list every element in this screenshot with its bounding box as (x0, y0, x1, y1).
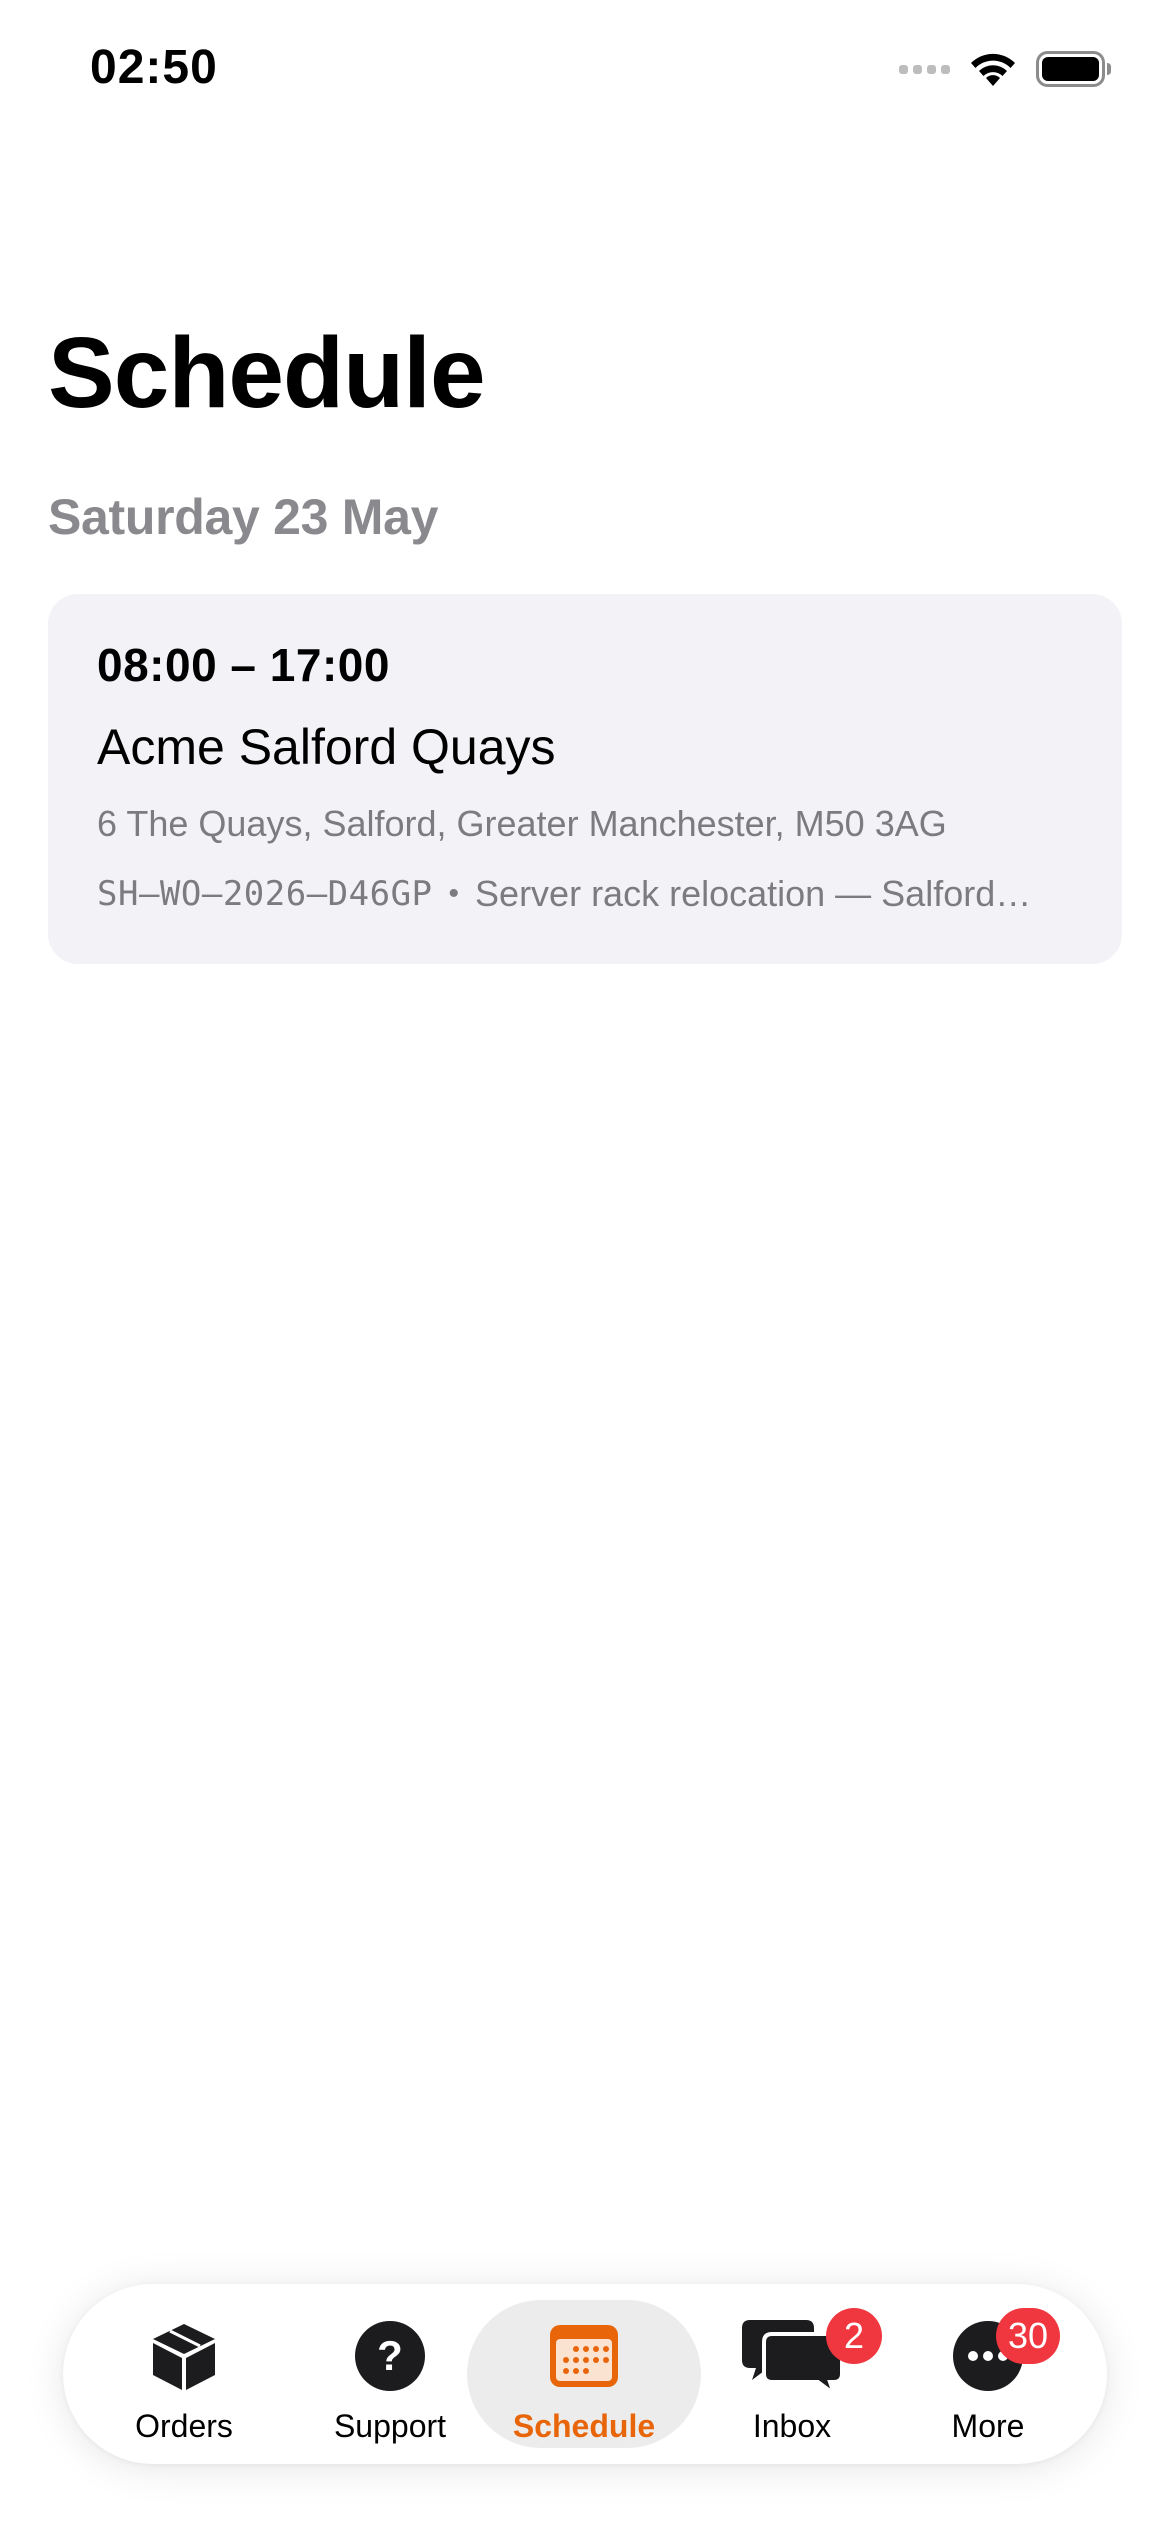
tab-inbox-label: Inbox (752, 2408, 832, 2444)
work-order-description: Server rack relocation — Salford… (475, 876, 1032, 912)
work-order-reference: SH–WO–2026–D46GP (97, 876, 433, 912)
ellipsis-circle-icon: 30 (950, 2308, 1061, 2394)
appointment-time: 08:00 – 17:00 (97, 639, 390, 691)
status-indicators (899, 50, 1112, 88)
chat-bubbles-icon: 2 (742, 2308, 882, 2394)
schedule-date: Saturday 23 May (48, 489, 439, 545)
tab-support[interactable]: ? Support (315, 2300, 465, 2448)
page-title: Schedule (48, 317, 486, 429)
cellular-signal-icon (899, 64, 950, 74)
tab-more[interactable]: 30 More (923, 2300, 1061, 2448)
status-time: 02:50 (90, 41, 218, 94)
box-icon (146, 2318, 222, 2394)
tab-orders[interactable]: Orders (119, 2300, 249, 2448)
tab-support-label: Support (333, 2408, 447, 2444)
appointment-site: Acme Salford Quays (97, 719, 556, 775)
calendar-icon (546, 2318, 622, 2394)
meta-separator: • (448, 877, 460, 910)
svg-text:?: ? (377, 2332, 403, 2379)
inbox-badge: 2 (826, 2308, 882, 2364)
tab-bar: Orders ? Support Schedule 2 Inbox 30 Mor… (63, 2284, 1107, 2464)
more-badge: 30 (996, 2308, 1061, 2364)
tab-schedule[interactable]: Schedule (467, 2300, 701, 2448)
status-bar: 02:50 (0, 0, 1170, 150)
tab-inbox[interactable]: 2 Inbox (727, 2300, 882, 2448)
appointment-meta: SH–WO–2026–D46GP • Server rack relocatio… (97, 876, 1074, 912)
tab-schedule-label: Schedule (512, 2408, 656, 2444)
wifi-icon (971, 53, 1015, 86)
question-circle-icon: ? (352, 2318, 428, 2394)
battery-icon (1036, 51, 1111, 87)
appointment-card[interactable]: 08:00 – 17:00 Acme Salford Quays 6 The Q… (48, 594, 1122, 964)
tab-more-label: More (951, 2408, 1025, 2444)
appointment-address: 6 The Quays, Salford, Greater Manchester… (97, 803, 947, 844)
tab-orders-label: Orders (135, 2408, 233, 2444)
